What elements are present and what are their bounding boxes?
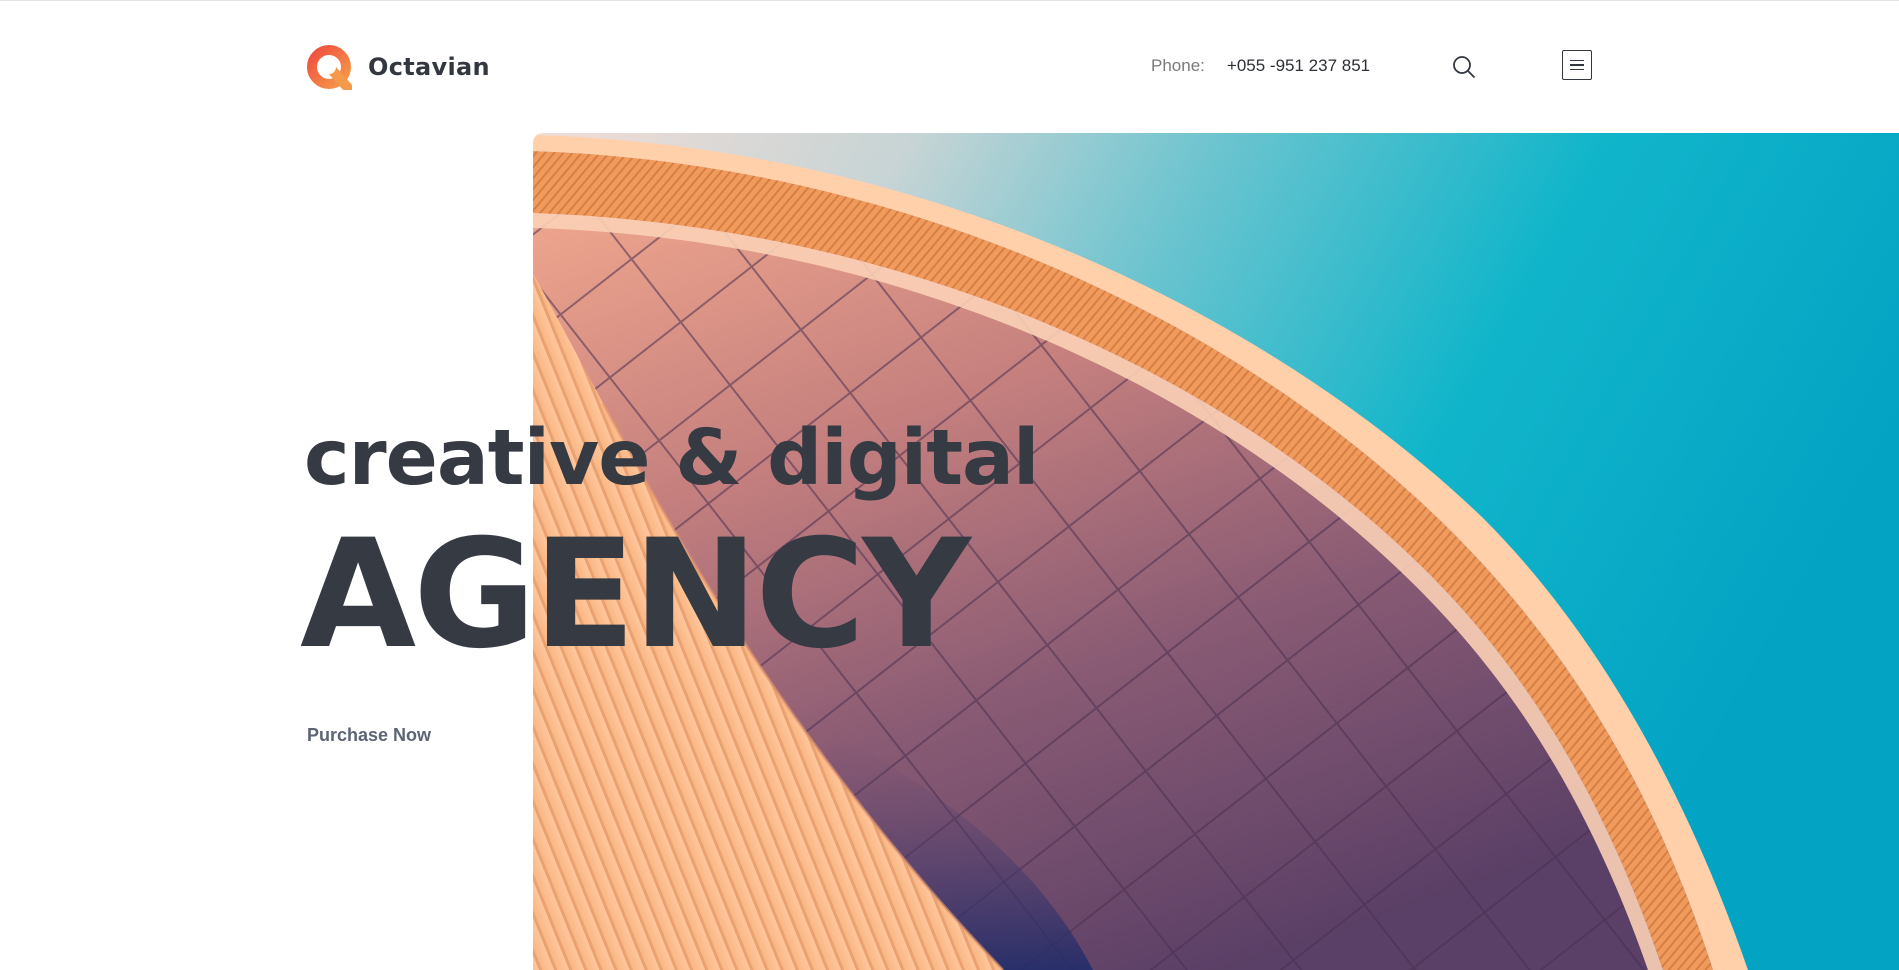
site-header: Octavian Phone: +055 -951 237 851 — [0, 0, 1899, 132]
search-button[interactable] — [1451, 54, 1477, 80]
hamburger-line — [1570, 68, 1584, 71]
hero-subtitle: creative & digital — [304, 414, 1039, 503]
page: Octavian Phone: +055 -951 237 851 creati… — [0, 0, 1899, 970]
logo-link[interactable]: Octavian — [306, 44, 490, 90]
phone-contact: Phone: +055 -951 237 851 — [1151, 56, 1370, 76]
phone-number[interactable]: +055 -951 237 851 — [1227, 56, 1370, 76]
hamburger-menu-icon — [1570, 59, 1584, 62]
hero-title: AGENCY — [300, 508, 971, 682]
purchase-now-link[interactable]: Purchase Now — [307, 725, 431, 746]
brand-name: Octavian — [368, 53, 490, 81]
octavian-logo-icon — [307, 45, 352, 90]
phone-label: Phone: — [1151, 56, 1205, 75]
search-icon — [1453, 56, 1475, 78]
menu-button[interactable] — [1562, 50, 1592, 80]
hamburger-line — [1570, 64, 1584, 66]
